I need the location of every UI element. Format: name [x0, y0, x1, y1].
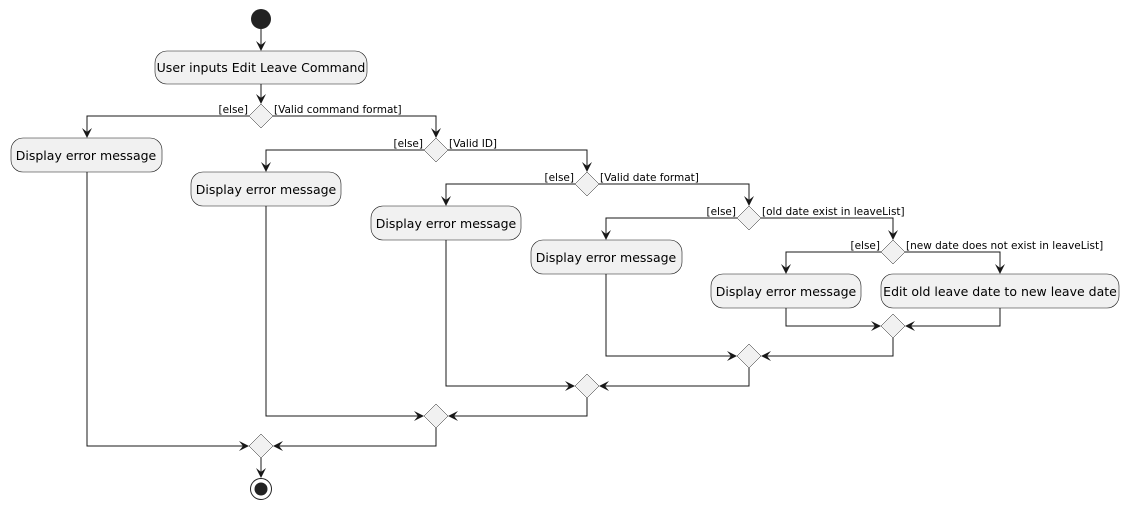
edge-d4-else — [605, 217, 737, 239]
decision-valid-date-format — [574, 171, 600, 197]
edge-d3-else — [445, 183, 575, 205]
guard-valid-command-format: [Valid command format] — [274, 104, 402, 116]
activity-diagram: User inputs Edit Leave Command [else] [V… — [10, 9, 1120, 500]
merge-node-1 — [248, 433, 274, 459]
end-node-dot — [254, 482, 268, 496]
decision-valid-command-format — [248, 103, 274, 129]
edge-merge3-merge2 — [449, 398, 588, 417]
edge-merge2-merge1 — [274, 428, 437, 447]
decision-old-date-exists — [736, 205, 762, 231]
edge-d4-then — [761, 217, 894, 239]
action-user-inputs-command[interactable]: User inputs Edit Leave Command — [154, 50, 368, 85]
action-label: User inputs Edit Leave Command — [157, 60, 366, 75]
edge-d5-else — [785, 251, 881, 273]
edge-d3-then — [599, 183, 750, 205]
merge-node-3 — [574, 373, 600, 399]
decision-new-date-not-exists — [880, 239, 906, 265]
decision-valid-id — [423, 137, 449, 163]
action-display-error-3[interactable]: Display error message — [370, 205, 522, 241]
edge-success-merge5 — [906, 308, 1001, 327]
edge-d2-else — [265, 149, 424, 171]
merge-node-4 — [736, 343, 762, 369]
action-label: Display error message — [16, 148, 157, 163]
action-display-error-4[interactable]: Display error message — [530, 239, 683, 275]
edge-error1-merge1 — [86, 172, 248, 447]
action-label: Display error message — [376, 216, 517, 231]
merge-node-5 — [880, 313, 906, 339]
edge-d5-then — [905, 251, 1001, 273]
edge-merge4-merge3 — [600, 368, 750, 387]
guard-else: [else] — [706, 206, 736, 218]
guard-valid-date-format: [Valid date format] — [600, 172, 699, 184]
action-edit-leave-date[interactable]: Edit old leave date to new leave date — [880, 273, 1120, 309]
action-label: Display error message — [716, 284, 857, 299]
guard-else: [else] — [850, 240, 880, 252]
edge-d1-else — [86, 115, 249, 137]
action-label: Display error message — [196, 182, 337, 197]
action-display-error-2[interactable]: Display error message — [190, 171, 342, 207]
end-node — [250, 478, 272, 500]
guard-else: [else] — [544, 172, 574, 184]
guard-valid-id: [Valid ID] — [449, 138, 497, 150]
guard-old-date-exists: [old date exist in leaveList] — [762, 206, 905, 218]
edge-d1-then — [273, 115, 437, 137]
action-display-error-5[interactable]: Display error message — [710, 273, 862, 309]
action-label: Edit old leave date to new leave date — [883, 284, 1117, 299]
guard-else: [else] — [218, 104, 248, 116]
start-node — [251, 9, 271, 29]
edge-error5-merge5 — [785, 308, 880, 327]
edge-d2-then — [448, 149, 588, 171]
action-display-error-1[interactable]: Display error message — [10, 137, 163, 173]
guard-else: [else] — [393, 138, 423, 150]
edge-merge5-merge4 — [762, 338, 894, 357]
merge-node-2 — [423, 403, 449, 429]
guard-new-date-not-exists: [new date does not exist in leaveList] — [906, 240, 1103, 252]
action-label: Display error message — [536, 250, 677, 265]
